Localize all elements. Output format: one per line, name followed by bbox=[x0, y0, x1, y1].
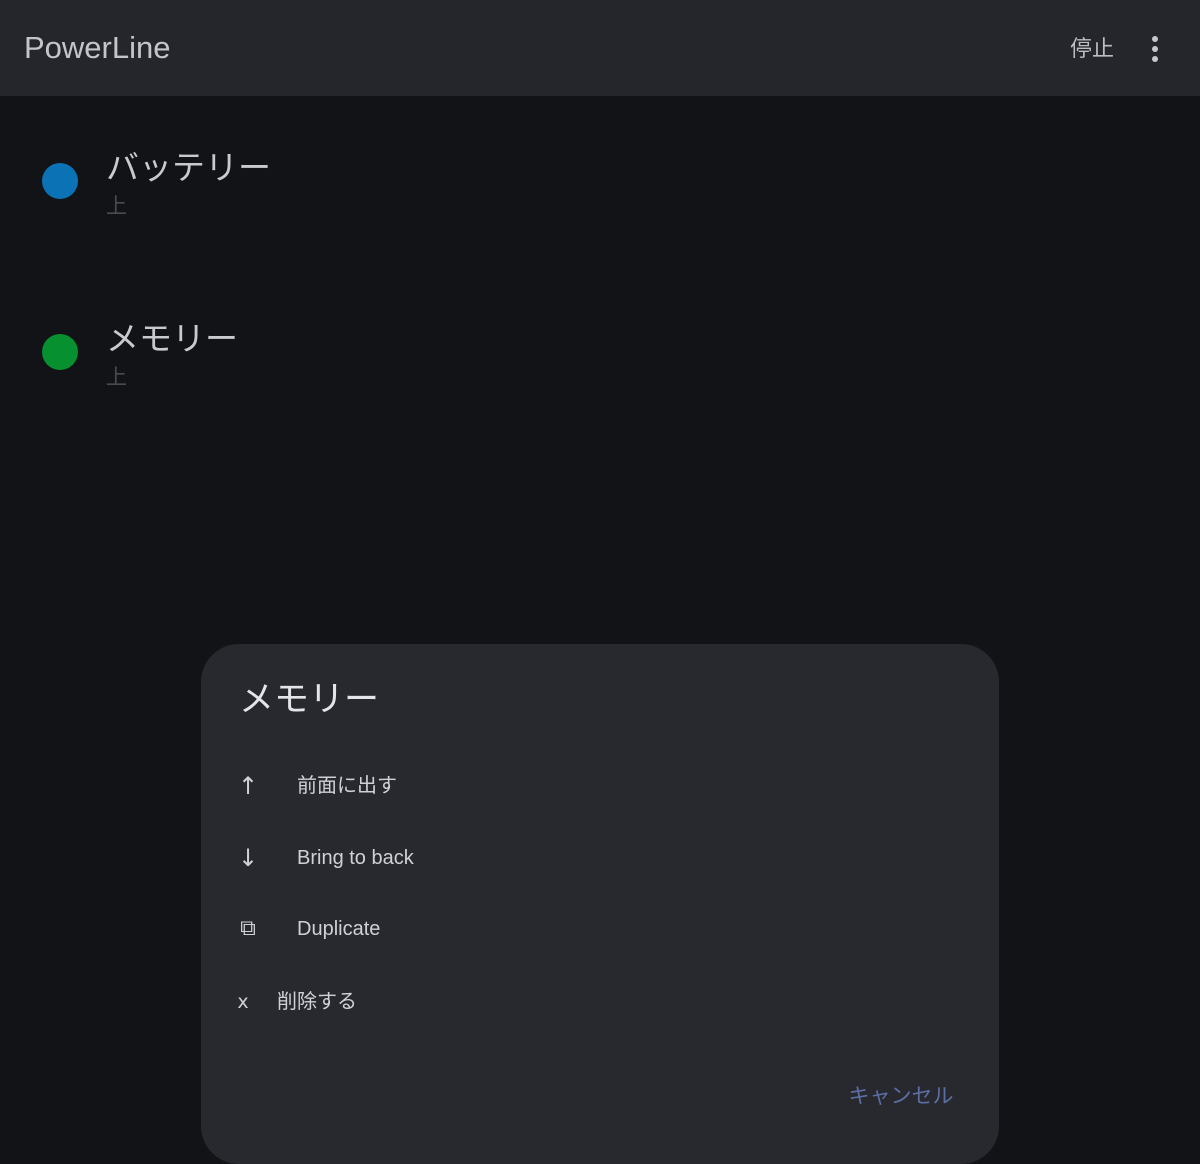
memory-color-dot bbox=[42, 334, 78, 370]
arrow-up-icon: ↑ bbox=[237, 772, 259, 800]
close-icon: x bbox=[237, 991, 249, 1013]
app-bar: PowerLine 停止 bbox=[0, 0, 1200, 96]
item-subtitle: 上 bbox=[106, 194, 127, 218]
stop-button[interactable]: 停止 bbox=[1062, 30, 1122, 70]
menu-dot bbox=[1152, 36, 1158, 42]
item-title: バッテリー bbox=[106, 148, 271, 187]
menu-dot bbox=[1152, 46, 1158, 52]
more-vertical-icon[interactable] bbox=[1138, 28, 1172, 70]
option-label: Duplicate bbox=[297, 918, 381, 940]
list-item-battery[interactable]: バッテリー 上 bbox=[0, 130, 1200, 240]
arrow-down-icon: ↓ bbox=[237, 844, 259, 872]
option-label: 削除する bbox=[277, 991, 357, 1013]
delete-option[interactable]: x 削除する bbox=[201, 972, 999, 1032]
duplicate-icon: ⧉ bbox=[240, 916, 256, 941]
battery-color-dot bbox=[42, 163, 78, 199]
app-title: PowerLine bbox=[24, 30, 171, 65]
option-label: Bring to back bbox=[297, 847, 414, 869]
option-label: 前面に出す bbox=[297, 775, 397, 797]
list-item-memory[interactable]: メモリー 上 bbox=[0, 300, 1200, 410]
bring-to-front-option[interactable]: ↑ 前面に出す bbox=[201, 756, 999, 816]
options-dialog: メモリー ↑ 前面に出す ↓ Bring to back ⧉ Duplicate… bbox=[201, 644, 999, 1164]
item-subtitle: 上 bbox=[106, 365, 127, 389]
item-title: メモリー bbox=[106, 319, 238, 358]
cancel-button[interactable]: キャンセル bbox=[821, 1074, 981, 1118]
duplicate-option[interactable]: ⧉ Duplicate bbox=[201, 899, 999, 959]
dialog-title: メモリー bbox=[239, 680, 380, 720]
menu-dot bbox=[1152, 56, 1158, 62]
bring-to-back-option[interactable]: ↓ Bring to back bbox=[201, 828, 999, 888]
